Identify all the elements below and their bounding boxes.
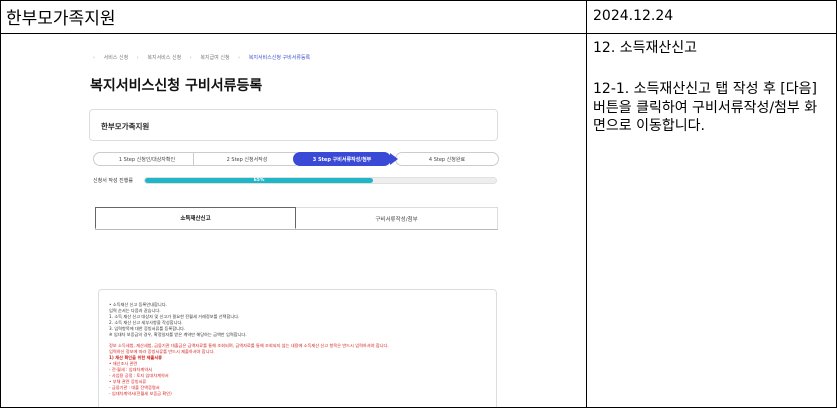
breadcrumb-item[interactable]: 복지급여 신청 (200, 55, 229, 61)
org-name-box: 한부모가족지원 (89, 109, 498, 141)
breadcrumb-item[interactable]: 서비스 신청 (104, 55, 129, 61)
table-border-left (0, 0, 1, 408)
table-column-divider (586, 0, 587, 408)
step-4: 4 Step 신청완료 (395, 152, 499, 166)
step-1: 1 Step 신청인/대상자확인 (93, 152, 201, 166)
table-border-top (0, 0, 837, 1)
step-3-current: 3 Step 구비서류작성/첨부 (293, 152, 398, 166)
step-indicator: 1 Step 신청인/대상자확인 2 Step 신청서작성 4 Step 신청완… (93, 152, 499, 167)
page-title: 복지서비스신청 구비서류등록 (90, 78, 263, 94)
tab-bar: 소득재산신고 구비서류작성/첨부 (95, 207, 498, 230)
chevron-right-icon: › (189, 55, 192, 61)
section-heading: 12. 소득재산신고 (593, 40, 697, 56)
breadcrumb-item[interactable]: 복지서비스 신청 (147, 55, 181, 61)
section-description: 12-1. 소득재산신고 탭 작성 후 [다음] 버튼을 클릭하여 구비서류작성… (593, 81, 818, 134)
breadcrumb: › 서비스 신청 › 복지서비스 신청 › 복지급여 신청 › 복지서비스신청 … (93, 54, 317, 61)
notice-box: • 소득재산 신고 등록안내합니다. 입력 순서는 다음과 같습니다. 1. 소… (98, 289, 497, 407)
breadcrumb-current: 복지서비스신청 구비서류등록 (248, 55, 311, 61)
tab-documents-attach[interactable]: 구비서류작성/첨부 (296, 207, 498, 229)
progress-percent: 65% (253, 178, 265, 183)
document-date: 2024.12.24 (593, 8, 674, 24)
tab-income-property-report[interactable]: 소득재산신고 (95, 207, 296, 229)
org-name: 한부모가족지원 (101, 122, 150, 131)
chevron-right-icon: › (238, 55, 241, 61)
chevron-right-icon: › (136, 55, 139, 61)
table-row-divider (0, 33, 837, 34)
notice-line: - 임대차계약서(전월세 보증금 확인) (109, 391, 172, 396)
progress-bar: 65% (144, 177, 497, 184)
breadcrumb-home-icon[interactable]: › (93, 55, 95, 61)
progress-label: 신청서 작성 진행률 (93, 178, 133, 184)
step-2: 2 Step 신청서작성 (193, 152, 301, 166)
embedded-screenshot: › 서비스 신청 › 복지서비스 신청 › 복지급여 신청 › 복지서비스신청 … (3, 35, 584, 407)
document-title: 한부모가족지원 (6, 9, 116, 29)
document-page: 한부모가족지원 2024.12.24 12. 소득재산신고 12-1. 소득재산… (0, 0, 837, 408)
